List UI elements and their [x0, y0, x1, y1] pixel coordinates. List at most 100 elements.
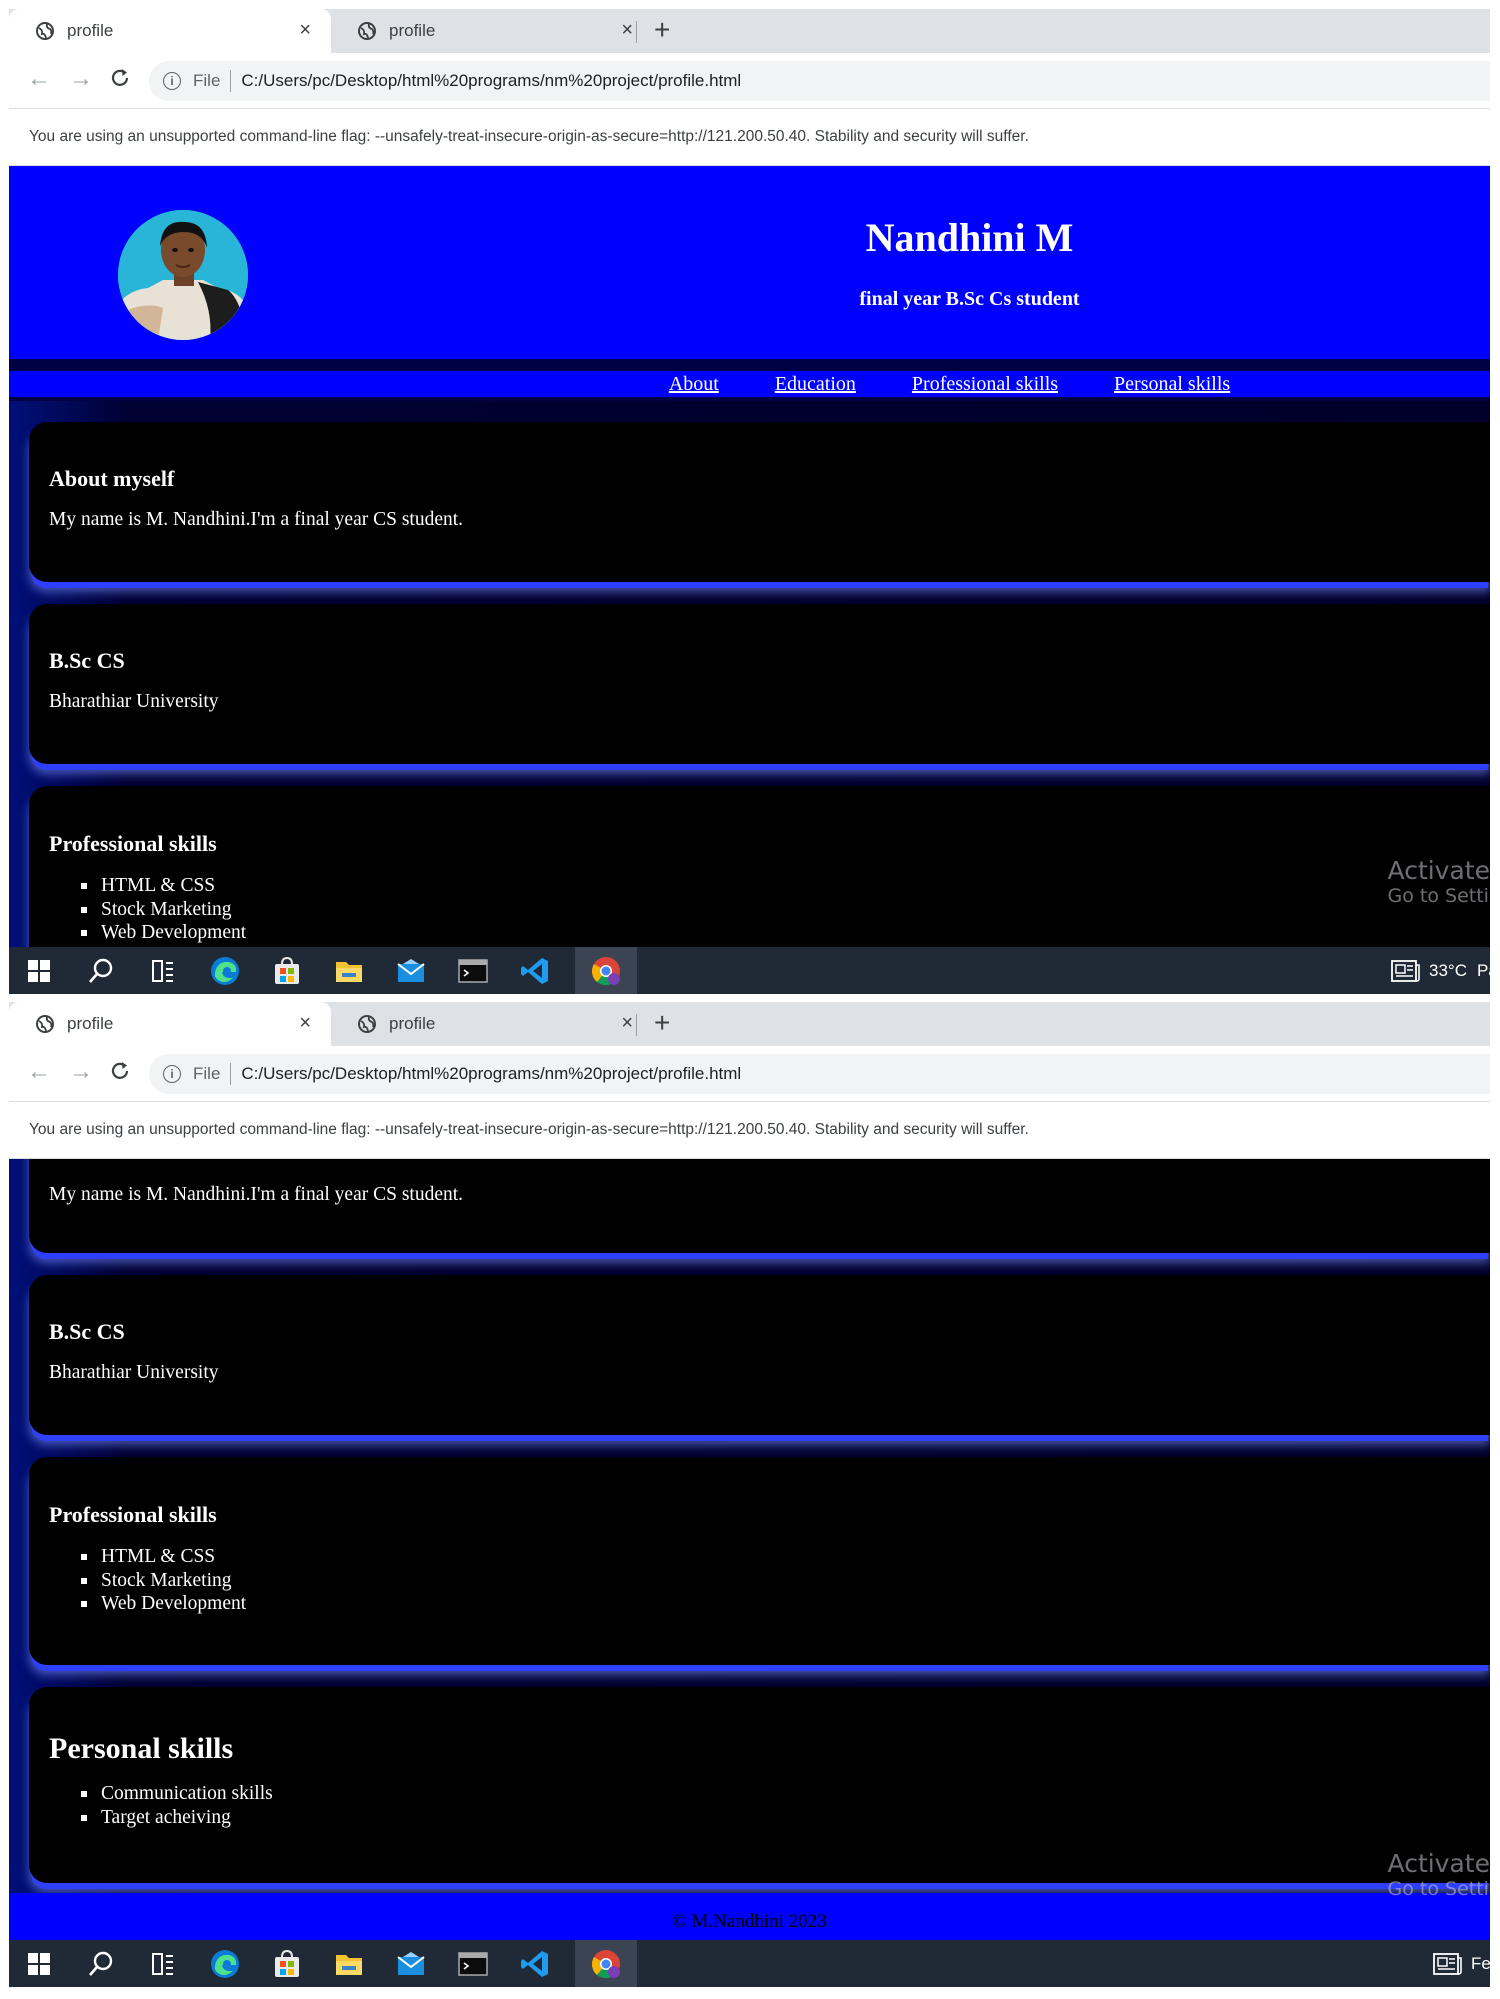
weather-condition: Pa [1476, 961, 1490, 980]
watermark-title: Activate [1387, 1849, 1490, 1878]
weather-temperature: 33°C [1429, 961, 1467, 980]
vscode-icon[interactable] [519, 955, 551, 987]
site-info-icon[interactable]: i [163, 1065, 181, 1083]
list-item: HTML & CSS [49, 874, 1470, 898]
about-text: My name is M. Nandhini.I'm a final year … [49, 1184, 464, 1205]
back-arrow-icon[interactable]: ← [27, 1058, 51, 1086]
vscode-icon[interactable] [519, 1948, 551, 1980]
profile-name: Nandhini M [865, 215, 1074, 260]
weather-condition: Fe [1471, 1954, 1490, 1973]
tab-profile-1[interactable]: profile × [9, 9, 331, 53]
professional-skills-heading: Professional skills [49, 1502, 217, 1527]
personal-skills-heading: Personal skills [49, 1732, 234, 1765]
reload-icon[interactable] [109, 67, 131, 89]
professional-skills-section: Professional skills HTML & CSS Stock Mar… [29, 786, 1490, 947]
nav-link-about[interactable]: About [669, 371, 719, 397]
profile-header: Nandhini M final year B.Sc Cs student [9, 166, 1490, 359]
page-footer: © M.Nandhini 2023 [9, 1893, 1490, 1940]
site-info-icon[interactable]: i [163, 72, 181, 90]
tab-strip: profile × profile × + [9, 1002, 1490, 1046]
reload-icon[interactable] [109, 1060, 131, 1082]
search-icon[interactable] [85, 955, 117, 987]
windows-start-icon[interactable] [23, 955, 55, 987]
chrome-icon[interactable] [590, 955, 622, 987]
globe-icon [36, 22, 54, 40]
education-section: B.Sc CS Bharathiar University [29, 604, 1490, 764]
task-view-icon[interactable] [147, 955, 179, 987]
infobar-text: You are using an unsupported command-lin… [29, 1121, 1029, 1138]
list-item: Stock Marketing [49, 1569, 1470, 1593]
new-tab-button[interactable]: + [654, 15, 670, 45]
professional-skills-section: Professional skills HTML & CSS Stock Mar… [29, 1457, 1490, 1665]
forward-arrow-icon[interactable]: → [69, 1058, 93, 1086]
file-explorer-icon[interactable] [333, 955, 365, 987]
url-text[interactable]: C:/Users/pc/Desktop/html%20programs/nm%2… [241, 71, 741, 91]
task-view-icon[interactable] [147, 1948, 179, 1980]
address-bar[interactable]: i File C:/Users/pc/Desktop/html%20progra… [149, 1054, 1490, 1094]
browser-window-top: profile × profile × + ← → i File C:/User… [9, 9, 1490, 994]
nav-link-education[interactable]: Education [775, 371, 856, 397]
professional-skills-heading: Professional skills [49, 831, 217, 856]
back-arrow-icon[interactable]: ← [27, 65, 51, 93]
warning-infobar: You are using an unsupported command-lin… [9, 1103, 1490, 1159]
browser-window-bottom: profile × profile × + ← → i File C:/User… [9, 1002, 1490, 1987]
watermark-subtitle: Go to Setti [1387, 1878, 1489, 1900]
activation-watermark: Activate Go to Setti [1388, 856, 1490, 907]
store-icon[interactable] [271, 955, 303, 987]
tab-title: profile [389, 1014, 436, 1033]
education-section: B.Sc CS Bharathiar University [29, 1275, 1490, 1435]
weather-widget[interactable]: 33°C Pa [1391, 960, 1490, 982]
activation-watermark: Activate Go to Setti [1388, 1849, 1490, 1900]
nav-link-professional-skills[interactable]: Professional skills [912, 371, 1058, 397]
warning-infobar: You are using an unsupported command-lin… [9, 110, 1490, 166]
about-section: My name is M. Nandhini.I'm a final year … [29, 1159, 1490, 1253]
profile-subtitle: final year B.Sc Cs student [859, 288, 1080, 310]
terminal-icon[interactable] [457, 955, 489, 987]
new-tab-button[interactable]: + [654, 1008, 670, 1038]
page-viewport[interactable]: Nandhini M final year B.Sc Cs student Ab… [9, 166, 1490, 947]
search-icon[interactable] [85, 1948, 117, 1980]
terminal-icon[interactable] [457, 1948, 489, 1980]
tab-title: profile [67, 21, 114, 40]
watermark-title: Activate [1387, 856, 1490, 885]
globe-icon [36, 1015, 54, 1033]
nav-link-personal-skills[interactable]: Personal skills [1114, 371, 1230, 397]
file-explorer-icon[interactable] [333, 1948, 365, 1980]
footer-copyright: © M.Nandhini 2023 [672, 1911, 827, 1932]
taskbar: 33°C Pa [9, 947, 1490, 994]
address-bar[interactable]: i File C:/Users/pc/Desktop/html%20progra… [149, 61, 1490, 101]
list-item: Web Development [49, 921, 1470, 945]
tab-profile-2[interactable]: profile × [331, 1002, 653, 1046]
mail-icon[interactable] [395, 955, 427, 987]
tab-title: profile [67, 1014, 114, 1033]
personal-skills-list: Communication skills Target acheiving [49, 1782, 1470, 1829]
nav-strip: About Education Professional skills Pers… [9, 359, 1490, 401]
education-heading: B.Sc CS [49, 648, 125, 673]
weather-widget[interactable]: Fe [1433, 1953, 1490, 1975]
education-heading: B.Sc CS [49, 1319, 125, 1344]
list-item: HTML & CSS [49, 1545, 1470, 1569]
url-text[interactable]: C:/Users/pc/Desktop/html%20programs/nm%2… [241, 1064, 741, 1084]
scheme-label: File [193, 1064, 221, 1083]
edge-icon[interactable] [209, 955, 241, 987]
tab-strip: profile × profile × + [9, 9, 1490, 53]
tab-close-icon[interactable]: × [299, 19, 311, 41]
list-item: Communication skills [49, 1782, 1470, 1806]
forward-arrow-icon[interactable]: → [69, 65, 93, 93]
news-icon [1391, 960, 1420, 982]
edge-icon[interactable] [209, 1948, 241, 1980]
tab-close-icon[interactable]: × [621, 1012, 633, 1034]
mail-icon[interactable] [395, 1948, 427, 1980]
windows-start-icon[interactable] [23, 1948, 55, 1980]
about-section: About myself My name is M. Nandhini.I'm … [29, 422, 1490, 582]
address-toolbar: ← → i File C:/Users/pc/Desktop/html%20pr… [9, 1046, 1490, 1102]
list-item: Web Development [49, 1592, 1470, 1616]
chrome-icon[interactable] [590, 1948, 622, 1980]
tab-profile-1[interactable]: profile × [9, 1002, 331, 1046]
page-viewport[interactable]: My name is M. Nandhini.I'm a final year … [9, 1159, 1490, 1940]
news-icon [1433, 1953, 1462, 1975]
tab-close-icon[interactable]: × [621, 19, 633, 41]
tab-close-icon[interactable]: × [299, 1012, 311, 1034]
store-icon[interactable] [271, 1948, 303, 1980]
tab-profile-2[interactable]: profile × [331, 9, 653, 53]
